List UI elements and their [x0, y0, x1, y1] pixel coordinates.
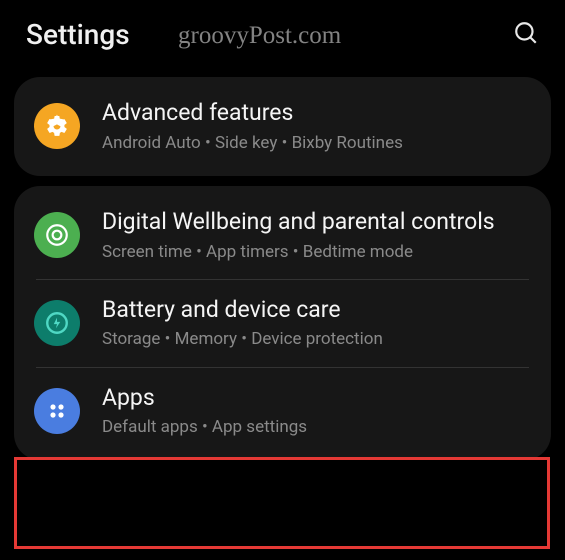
item-subtitle: StorageMemoryDevice protection [102, 328, 531, 350]
apps-icon [34, 388, 80, 434]
item-title: Digital Wellbeing and parental controls [102, 208, 531, 237]
settings-item-battery-device-care[interactable]: Battery and device care StorageMemoryDev… [14, 280, 551, 367]
item-subtitle: Screen timeApp timersBedtime mode [102, 241, 531, 263]
item-title: Battery and device care [102, 296, 531, 325]
settings-item-digital-wellbeing[interactable]: Digital Wellbeing and parental controls … [14, 192, 551, 279]
settings-group-2: Digital Wellbeing and parental controls … [14, 186, 551, 461]
advanced-features-icon [34, 103, 80, 149]
item-text: Battery and device care StorageMemoryDev… [102, 296, 531, 351]
digital-wellbeing-icon [34, 212, 80, 258]
search-button[interactable] [513, 20, 539, 50]
battery-care-icon [34, 300, 80, 346]
settings-group-1: Advanced features Android AutoSide keyBi… [14, 77, 551, 176]
page-title: Settings [26, 18, 130, 51]
settings-header: Settings [0, 0, 565, 67]
settings-item-apps[interactable]: Apps Default appsApp settings [14, 368, 551, 455]
settings-item-advanced-features[interactable]: Advanced features Android AutoSide keyBi… [14, 83, 551, 170]
item-subtitle: Default appsApp settings [102, 416, 531, 438]
item-title: Apps [102, 384, 531, 413]
annotation-highlight-box [14, 457, 550, 549]
item-title: Advanced features [102, 99, 531, 128]
item-text: Advanced features Android AutoSide keyBi… [102, 99, 531, 154]
item-subtitle: Android AutoSide keyBixby Routines [102, 132, 531, 154]
item-text: Apps Default appsApp settings [102, 384, 531, 439]
search-icon [513, 20, 539, 46]
item-text: Digital Wellbeing and parental controls … [102, 208, 531, 263]
